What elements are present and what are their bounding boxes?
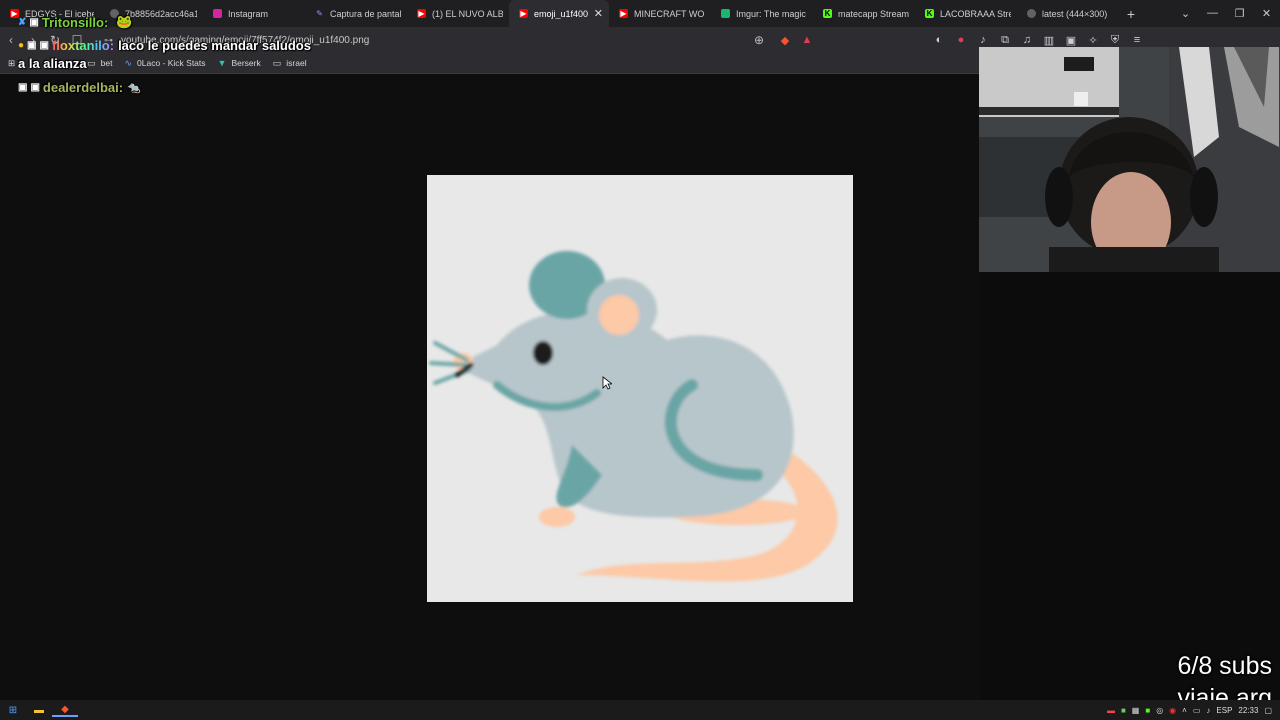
chat-username: floxtanilo:	[51, 38, 115, 53]
chat-message: ● ▣ ▣ floxtanilo: laco le puedes mandar …	[18, 38, 311, 53]
stream-chat-overlay: ✘ ▣ Tritonsillo: 🐸 ● ▣ ▣ floxtanilo: lac…	[0, 0, 420, 100]
language-indicator[interactable]: ESP	[1216, 706, 1232, 715]
tab-matecapp[interactable]: K matecapp Stream	[813, 0, 915, 27]
windows-start-icon[interactable]: ⊞	[0, 705, 26, 716]
sub-goal-count: 6/8 subs	[1177, 652, 1272, 680]
sub-badge-icon: ▣	[27, 40, 37, 51]
audio-icon[interactable]: ♪	[972, 34, 994, 46]
brave-browser-icon[interactable]: ◆	[52, 704, 78, 717]
chat-message-continuation: a la alianza	[18, 56, 87, 71]
tab-latest[interactable]: latest (444×300)	[1017, 0, 1119, 27]
notification-icon[interactable]: ▢	[1264, 706, 1272, 715]
tray-nvidia-icon[interactable]: ■	[1121, 706, 1126, 715]
imgur-icon	[721, 9, 730, 18]
sub-badge-icon: ▣	[18, 82, 28, 93]
tab-label: MINECRAFT WORLD	[634, 8, 705, 19]
tab-label: Imgur: The magic of	[736, 8, 807, 19]
mouse-cursor-icon	[602, 376, 612, 390]
chevron-up-icon[interactable]: ˄	[1182, 706, 1187, 715]
system-tray: ▬ ■ ▦ ■ ◎ ◉ ˄ ▭ ♪ ESP 22:33 ▢	[1107, 706, 1280, 715]
webcam-overlay	[979, 47, 1280, 272]
extension-icon[interactable]: ◐	[928, 34, 950, 46]
rat-emoji-image[interactable]	[427, 175, 853, 602]
brave-shields-icon[interactable]: ◆	[774, 34, 796, 47]
menu-icon[interactable]: ≡	[1126, 34, 1148, 46]
chat-text: a la alianza	[18, 56, 87, 71]
rat-illustration	[429, 251, 838, 582]
tray-app-icon[interactable]: ▬	[1107, 706, 1115, 715]
tab-imgur[interactable]: Imgur: The magic of	[711, 0, 813, 27]
youtube-icon: ▶	[619, 9, 628, 18]
vpn-icon[interactable]: ⛨	[1104, 34, 1126, 47]
sub-badge-icon: ▣	[39, 40, 49, 51]
tab-label: matecapp Stream	[838, 8, 909, 19]
close-window-icon[interactable]: ✕	[1253, 7, 1280, 20]
tab-label: emoji_u1f400.png	[534, 8, 588, 19]
kick-icon: K	[823, 9, 832, 18]
globe-icon	[1027, 9, 1036, 18]
tray-kick-icon[interactable]: ■	[1145, 706, 1150, 715]
tray-discord-icon[interactable]: ◎	[1156, 706, 1163, 715]
vip-badge-icon: ●	[18, 40, 25, 51]
tab-album[interactable]: ▶ (1) EL NUVO ALBUM	[407, 0, 509, 27]
minimize-icon[interactable]: —	[1199, 7, 1226, 20]
windows-taskbar: ⊞ ▬ ◆ ▬ ■ ▦ ■ ◎ ◉ ˄ ▭ ♪ ESP 22:33 ▢	[0, 700, 1280, 720]
close-tab-icon[interactable]: ✕	[588, 7, 603, 20]
kick-icon: K	[925, 9, 934, 18]
tab-emoji[interactable]: ▶ emoji_u1f400.png ✕	[509, 0, 609, 27]
chat-message: ▣ ▣ dealerdelbai: 🐀	[18, 80, 141, 95]
brave-rewards-icon[interactable]: ▲	[796, 34, 818, 46]
chat-username: dealerdelbai:	[42, 80, 124, 95]
chat-text: laco le puedes mandar saludos	[118, 38, 311, 53]
record-icon[interactable]: ●	[950, 34, 972, 46]
tab-label: (1) EL NUVO ALBUM	[432, 8, 503, 19]
sub-badge-icon: ▣	[29, 16, 39, 28]
pepe-emote-icon: 🐸	[116, 14, 133, 29]
webcam-feed	[979, 47, 1280, 272]
restore-icon[interactable]: ❐	[1226, 7, 1253, 20]
sidebar-icon[interactable]: ▥	[1038, 34, 1060, 47]
zoom-icon[interactable]: ⊕	[754, 33, 764, 47]
music-icon[interactable]: ♫	[1016, 34, 1038, 46]
chat-message: ✘ ▣ Tritonsillo: 🐸	[18, 14, 132, 30]
mod-badge-icon: ✘	[18, 16, 27, 28]
tray-app-icon[interactable]: ◉	[1169, 706, 1176, 715]
tab-label: latest (444×300)	[1042, 8, 1108, 19]
tab-label: LACOBRAAA Stream	[940, 8, 1011, 19]
puzzle-icon[interactable]: ⧉	[994, 34, 1016, 47]
tab-search-icon[interactable]: ⌄	[1172, 7, 1199, 20]
file-explorer-icon[interactable]: ▬	[26, 705, 52, 716]
clock[interactable]: 22:33	[1238, 706, 1258, 715]
wallet-icon[interactable]: ▣	[1060, 34, 1082, 47]
tab-lacobraaa[interactable]: K LACOBRAAA Stream	[915, 0, 1017, 27]
chat-username: Tritonsillo:	[41, 14, 109, 30]
chat-text: 🐀	[127, 82, 141, 94]
network-icon[interactable]: ▭	[1193, 706, 1201, 715]
tab-minecraft[interactable]: ▶ MINECRAFT WORLD	[609, 0, 711, 27]
leo-icon[interactable]: ✧	[1082, 34, 1104, 47]
sub-badge-icon: ▣	[30, 82, 40, 93]
new-tab-button[interactable]: +	[1119, 6, 1143, 22]
tray-app-icon[interactable]: ▦	[1132, 706, 1140, 715]
youtube-icon: ▶	[519, 9, 528, 18]
volume-icon[interactable]: ♪	[1206, 706, 1210, 715]
